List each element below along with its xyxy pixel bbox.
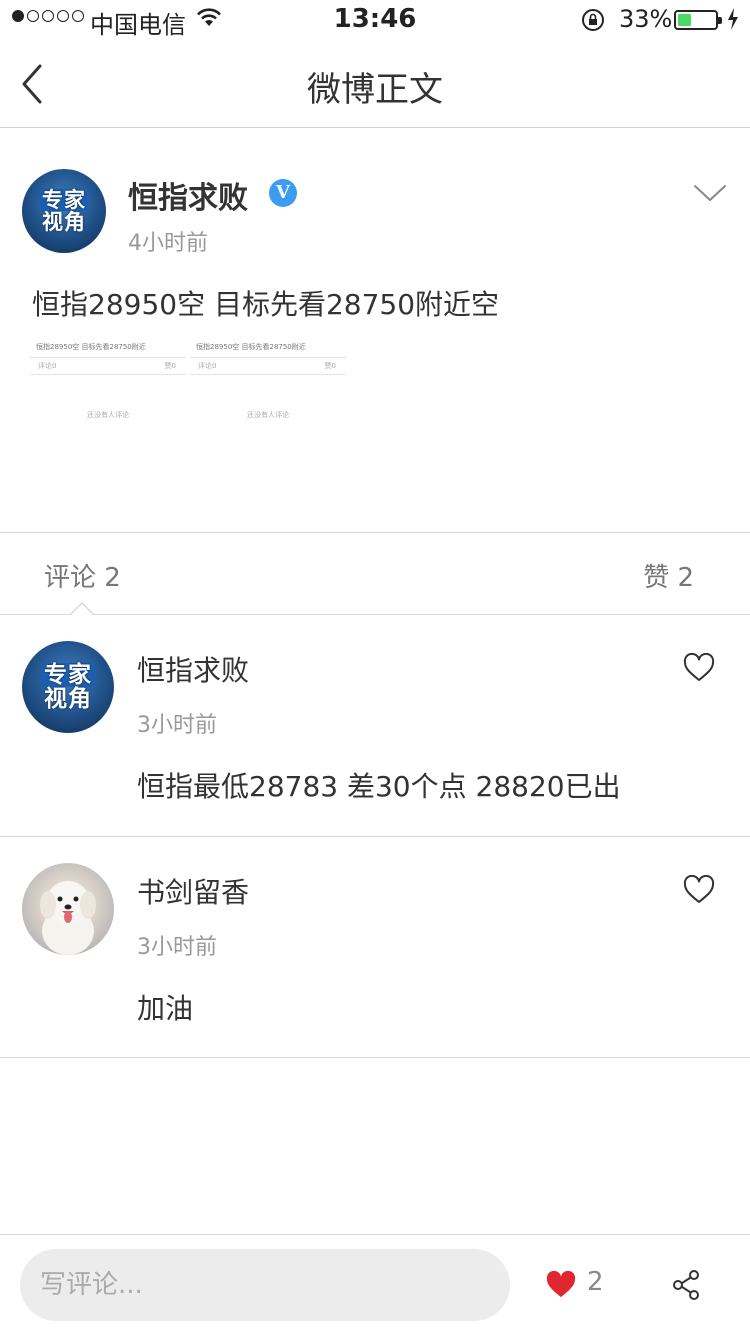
avatar[interactable] <box>22 863 114 955</box>
comment-text: 恒指最低28783 差30个点 28820已出 <box>137 770 621 803</box>
tab-comments[interactable]: 评论 2 <box>44 557 121 594</box>
avatar-text-line-2: 视角 <box>41 209 86 234</box>
post-author-name[interactable]: 恒指求败 <box>128 173 248 217</box>
comment-item: 书剑留香 3小时前 加油 <box>0 837 750 1058</box>
post-image-thumbnail[interactable]: 恒指28950空 目标先看28750附近 评论0 赞0 还没有人评论 <box>30 338 186 428</box>
commenter-name[interactable]: 恒指求败 <box>137 649 249 689</box>
comment-like-tabs: 评论 2 赞 2 <box>0 533 750 615</box>
comment-timestamp: 3小时前 <box>137 935 217 960</box>
active-tab-indicator <box>70 601 94 615</box>
rotation-lock-icon <box>582 9 604 31</box>
dog-avatar-image <box>40 881 96 955</box>
thumbnail-action-row: 评论0 赞0 <box>30 357 186 375</box>
avatar[interactable]: 专家 视角 <box>22 641 114 733</box>
chevron-down-icon[interactable] <box>692 181 728 205</box>
weibo-post: 专家 视角 恒指求败 V 4小时前 恒指28950空 目标先看28750附近空 … <box>0 129 750 533</box>
heart-filled-icon[interactable] <box>546 1271 576 1299</box>
comment-timestamp: 3小时前 <box>137 713 217 738</box>
thumbnail-empty-text: 还没有人评论 <box>247 411 289 419</box>
thumbnail-comment-label: 评论0 <box>38 362 57 370</box>
avatar[interactable]: 专家 视角 <box>22 169 106 253</box>
battery-icon <box>674 10 722 30</box>
comment-item: 专家 视角 恒指求败 3小时前 恒指最低28783 差30个点 28820已出 <box>0 615 750 837</box>
charging-icon <box>728 8 738 30</box>
heart-outline-icon[interactable] <box>683 875 715 905</box>
page-title: 微博正文 <box>307 70 443 110</box>
thumbnail-like-label: 赞0 <box>324 362 336 370</box>
thumbnail-title: 恒指28950空 目标先看28750附近 <box>196 343 306 351</box>
thumbnail-title: 恒指28950空 目标先看28750附近 <box>36 343 146 351</box>
post-text: 恒指28950空 目标先看28750附近空 <box>32 288 500 321</box>
thumbnail-empty-text: 还没有人评论 <box>87 411 129 419</box>
thumbnail-comment-label: 评论0 <box>198 362 217 370</box>
thumbnail-like-label: 赞0 <box>164 362 176 370</box>
bottom-action-bar: 2 <box>0 1234 750 1334</box>
avatar-text-line-1: 专家 <box>40 663 95 687</box>
comment-text: 加油 <box>137 992 194 1025</box>
verified-badge-icon: V <box>269 179 297 207</box>
like-count[interactable]: 2 <box>587 1267 604 1297</box>
thumbnail-action-row: 评论0 赞0 <box>190 357 346 375</box>
status-bar: 中国电信 13:46 33% <box>0 0 750 40</box>
battery-percent: 33% <box>619 5 673 33</box>
post-image-thumbnail[interactable]: 恒指28950空 目标先看28750附近 评论0 赞0 还没有人评论 <box>190 338 346 428</box>
post-timestamp: 4小时前 <box>128 231 208 256</box>
heart-outline-icon[interactable] <box>683 653 715 683</box>
tab-likes[interactable]: 赞 2 <box>643 557 694 594</box>
share-icon[interactable] <box>670 1269 702 1301</box>
navigation-bar: 微博正文 <box>0 40 750 128</box>
commenter-name[interactable]: 书剑留香 <box>137 871 249 911</box>
avatar-text-line-1: 专家 <box>38 189 89 211</box>
avatar-text-line-2: 视角 <box>43 685 92 712</box>
comment-input[interactable] <box>20 1249 510 1321</box>
